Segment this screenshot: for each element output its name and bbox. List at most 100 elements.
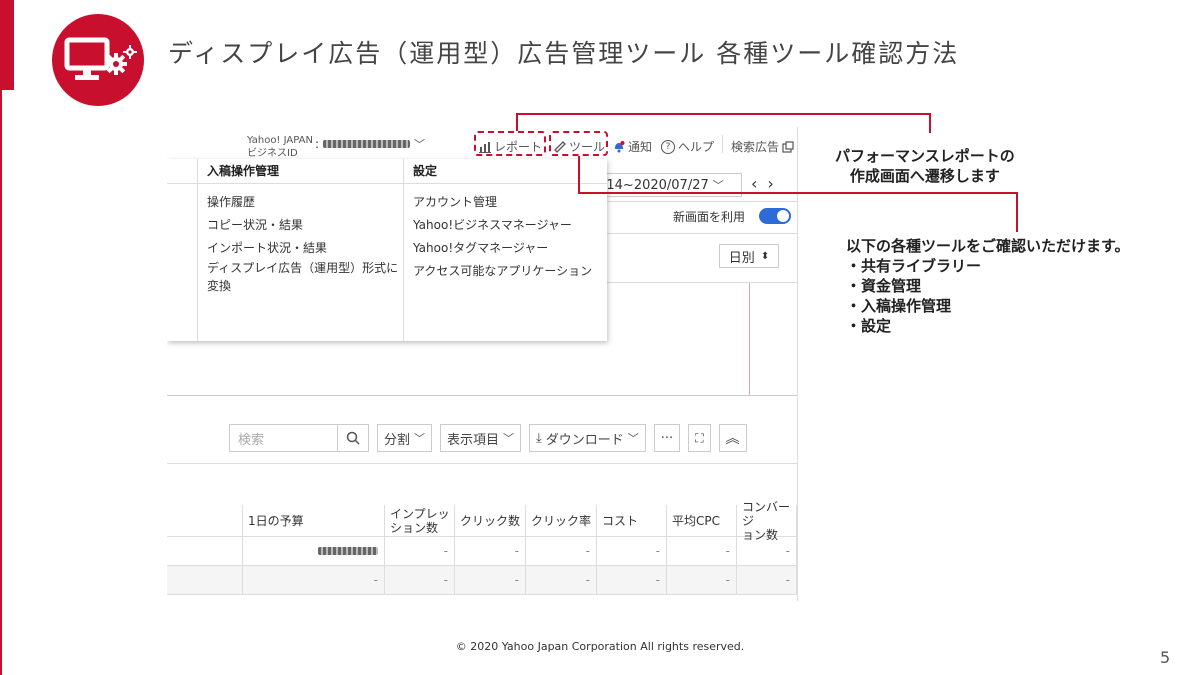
menu-item-accessible-apps[interactable]: アクセス可能なアプリケーション bbox=[404, 262, 607, 280]
chevron-down-icon: ﹀ bbox=[712, 179, 724, 192]
notification-menu[interactable]: 通知 bbox=[613, 138, 652, 155]
search-ads-link[interactable]: 検索広告 bbox=[731, 138, 794, 155]
table-cell: - bbox=[667, 537, 737, 566]
chevron-down-icon: ﹀ bbox=[627, 432, 639, 445]
submission-management-header: 入稿操作管理 bbox=[198, 159, 403, 184]
settings-header: 設定 bbox=[404, 159, 607, 184]
nav-divider bbox=[722, 135, 723, 153]
notification-label: 通知 bbox=[628, 140, 653, 154]
page-title: ディスプレイ広告（運用型）広告管理ツール 各種ツール確認方法 bbox=[168, 39, 960, 68]
accent-line bbox=[0, 90, 2, 675]
menu-item-tag-manager[interactable]: Yahoo!タグマネージャー bbox=[404, 239, 607, 257]
display-items-button[interactable]: 表示項目 ﹀ bbox=[440, 424, 522, 452]
download-button[interactable]: ⤓ ダウンロード ﹀ bbox=[529, 424, 646, 452]
table-cell: - bbox=[385, 537, 455, 566]
menu-item-convert-format-line2: 変換 bbox=[207, 279, 232, 293]
page-number: 5 bbox=[1160, 648, 1171, 667]
search-button[interactable] bbox=[337, 425, 368, 451]
chevron-up-icon: ︽ bbox=[725, 431, 740, 447]
menu-item-copy-status[interactable]: コピー状況・結果 bbox=[198, 216, 403, 234]
menu-item-operation-history[interactable]: 操作履歴 bbox=[198, 193, 403, 211]
table-header-row: 1日の予算 インプレッ ション数 クリック数 クリック率 コスト 平均CPC コンバージ ョン数 bbox=[167, 500, 797, 542]
tool-callout-line1: 以下の各種ツールをご確認いただけます。 bbox=[846, 237, 1130, 255]
table-cell bbox=[243, 537, 385, 566]
chevron-down-icon: ﹀ bbox=[414, 432, 426, 445]
menu-item-account-management[interactable]: アカウント管理 bbox=[404, 193, 607, 211]
table-cell: - bbox=[385, 566, 455, 595]
expand-icon: ⛶ bbox=[695, 430, 704, 445]
collapse-button[interactable]: ︽ bbox=[718, 424, 747, 452]
new-ui-toggle[interactable] bbox=[759, 208, 791, 224]
right-edge-border bbox=[797, 127, 798, 601]
split-button[interactable]: 分割 ﹀ bbox=[377, 424, 433, 452]
monitor-gear-icon bbox=[52, 14, 144, 106]
table-header-cell[interactable] bbox=[167, 505, 243, 537]
table-header-cell[interactable]: コスト bbox=[597, 505, 667, 537]
report-highlight bbox=[474, 131, 546, 156]
external-window-icon bbox=[782, 140, 794, 153]
bell-icon bbox=[615, 141, 625, 153]
help-menu[interactable]: ? ヘルプ bbox=[661, 138, 714, 155]
ad-tool-screenshot: Yahoo! JAPAN ビジネスID : ﹀ レポート ツール 通知 ? ヘル… bbox=[167, 127, 806, 601]
display-items-label: 表示項目 bbox=[447, 432, 500, 448]
table-row: ------- bbox=[167, 566, 797, 595]
tool-highlight bbox=[549, 131, 608, 156]
help-icon: ? bbox=[661, 139, 675, 154]
campaign-table: 1日の予算 インプレッ ション数 クリック数 クリック率 コスト 平均CPC コンバージ ョン数… bbox=[167, 500, 797, 595]
download-label: ダウンロード bbox=[545, 432, 624, 448]
daily-select[interactable]: 日別 ⬍ bbox=[719, 244, 779, 268]
tool-callout-item-library: ・共有ライブラリー bbox=[846, 257, 982, 275]
date-nav-arrows[interactable]: ‹› bbox=[751, 174, 784, 193]
table-header-text: クリック数 bbox=[460, 513, 521, 528]
help-label: ヘルプ bbox=[678, 140, 715, 154]
divider bbox=[167, 463, 797, 464]
search-input[interactable]: 検索 bbox=[230, 429, 264, 448]
date-range-value: /14~2020/07/27 bbox=[602, 177, 709, 193]
header-bar: Yahoo! JAPAN ビジネスID : ﹀ レポート ツール 通知 ? ヘル… bbox=[167, 127, 806, 159]
business-id-selector[interactable]: : ﹀ bbox=[315, 137, 425, 151]
tool-callout-text: 以下の各種ツールをご確認いただけます。 ・共有ライブラリー ・資金管理 ・入稿操… bbox=[846, 236, 1130, 336]
table-cell: - bbox=[667, 566, 737, 595]
menu-item-business-manager[interactable]: Yahoo!ビジネスマネージャー bbox=[404, 216, 607, 234]
fullscreen-button[interactable]: ⛶ bbox=[688, 424, 711, 452]
table-header-cell[interactable]: クリック率 bbox=[526, 505, 597, 537]
more-label: ··· bbox=[660, 430, 674, 446]
report-callout-line1: パフォーマンスレポートの bbox=[835, 147, 1015, 165]
callout-line-tool-h bbox=[578, 192, 1018, 194]
menu-item-import-status[interactable]: インポート状況・結果 bbox=[198, 239, 403, 257]
table-cell: - bbox=[737, 566, 797, 595]
callout-line-report-h bbox=[516, 113, 931, 115]
more-button[interactable]: ··· bbox=[653, 424, 681, 452]
new-ui-toggle-label: 新画面を利用 bbox=[673, 210, 746, 224]
table-cell: - bbox=[737, 537, 797, 566]
table-header-text: クリック率 bbox=[531, 513, 592, 528]
table-header-cell[interactable]: 1日の予算 bbox=[243, 505, 385, 537]
daily-select-value: 日別 bbox=[728, 250, 755, 266]
table-header-text: コンバージ bbox=[742, 499, 791, 528]
table-header-cell[interactable]: 平均CPC bbox=[667, 505, 737, 537]
table-cell: - bbox=[455, 566, 526, 595]
table-header-cell[interactable]: コンバージ ョン数 bbox=[737, 500, 797, 542]
chart-marker-line bbox=[749, 283, 750, 395]
download-icon: ⤓ bbox=[536, 430, 542, 446]
masked-budget bbox=[318, 547, 378, 555]
table-cell bbox=[167, 537, 243, 566]
table-cell: - bbox=[526, 566, 597, 595]
table-header-cell[interactable]: インプレッ ション数 bbox=[385, 505, 455, 537]
table-cell: - bbox=[526, 537, 597, 566]
dropdown-col-submission: 入稿操作管理 操作履歴 コピー状況・結果 インポート状況・結果 ディスプレイ広告… bbox=[198, 159, 404, 341]
menu-item-convert-format[interactable]: ディスプレイ広告（運用型）形式に 変換 bbox=[198, 259, 403, 295]
table-header-text: ション数 bbox=[390, 520, 439, 535]
table-row: ------ bbox=[167, 537, 797, 566]
copyright: © 2020 Yahoo Japan Corporation All right… bbox=[455, 640, 745, 653]
chevron-down-icon: ﹀ bbox=[503, 432, 515, 445]
table-header-cell[interactable]: クリック数 bbox=[455, 505, 526, 537]
callout-line-report-v2 bbox=[929, 113, 931, 133]
table-toolbar: 検索 分割 ﹀ 表示項目 ﹀ ⤓ ダウンロード ﹀ ··· ⛶ ︽ bbox=[229, 424, 747, 454]
business-id-label-line1: Yahoo! JAPAN bbox=[247, 135, 313, 146]
menu-item-convert-format-line1: ディスプレイ広告（運用型）形式に bbox=[207, 261, 399, 275]
table-cell: - bbox=[597, 537, 667, 566]
business-id-label: Yahoo! JAPAN ビジネスID bbox=[247, 134, 313, 160]
search-icon bbox=[346, 431, 360, 445]
search-box: 検索 bbox=[229, 424, 369, 452]
